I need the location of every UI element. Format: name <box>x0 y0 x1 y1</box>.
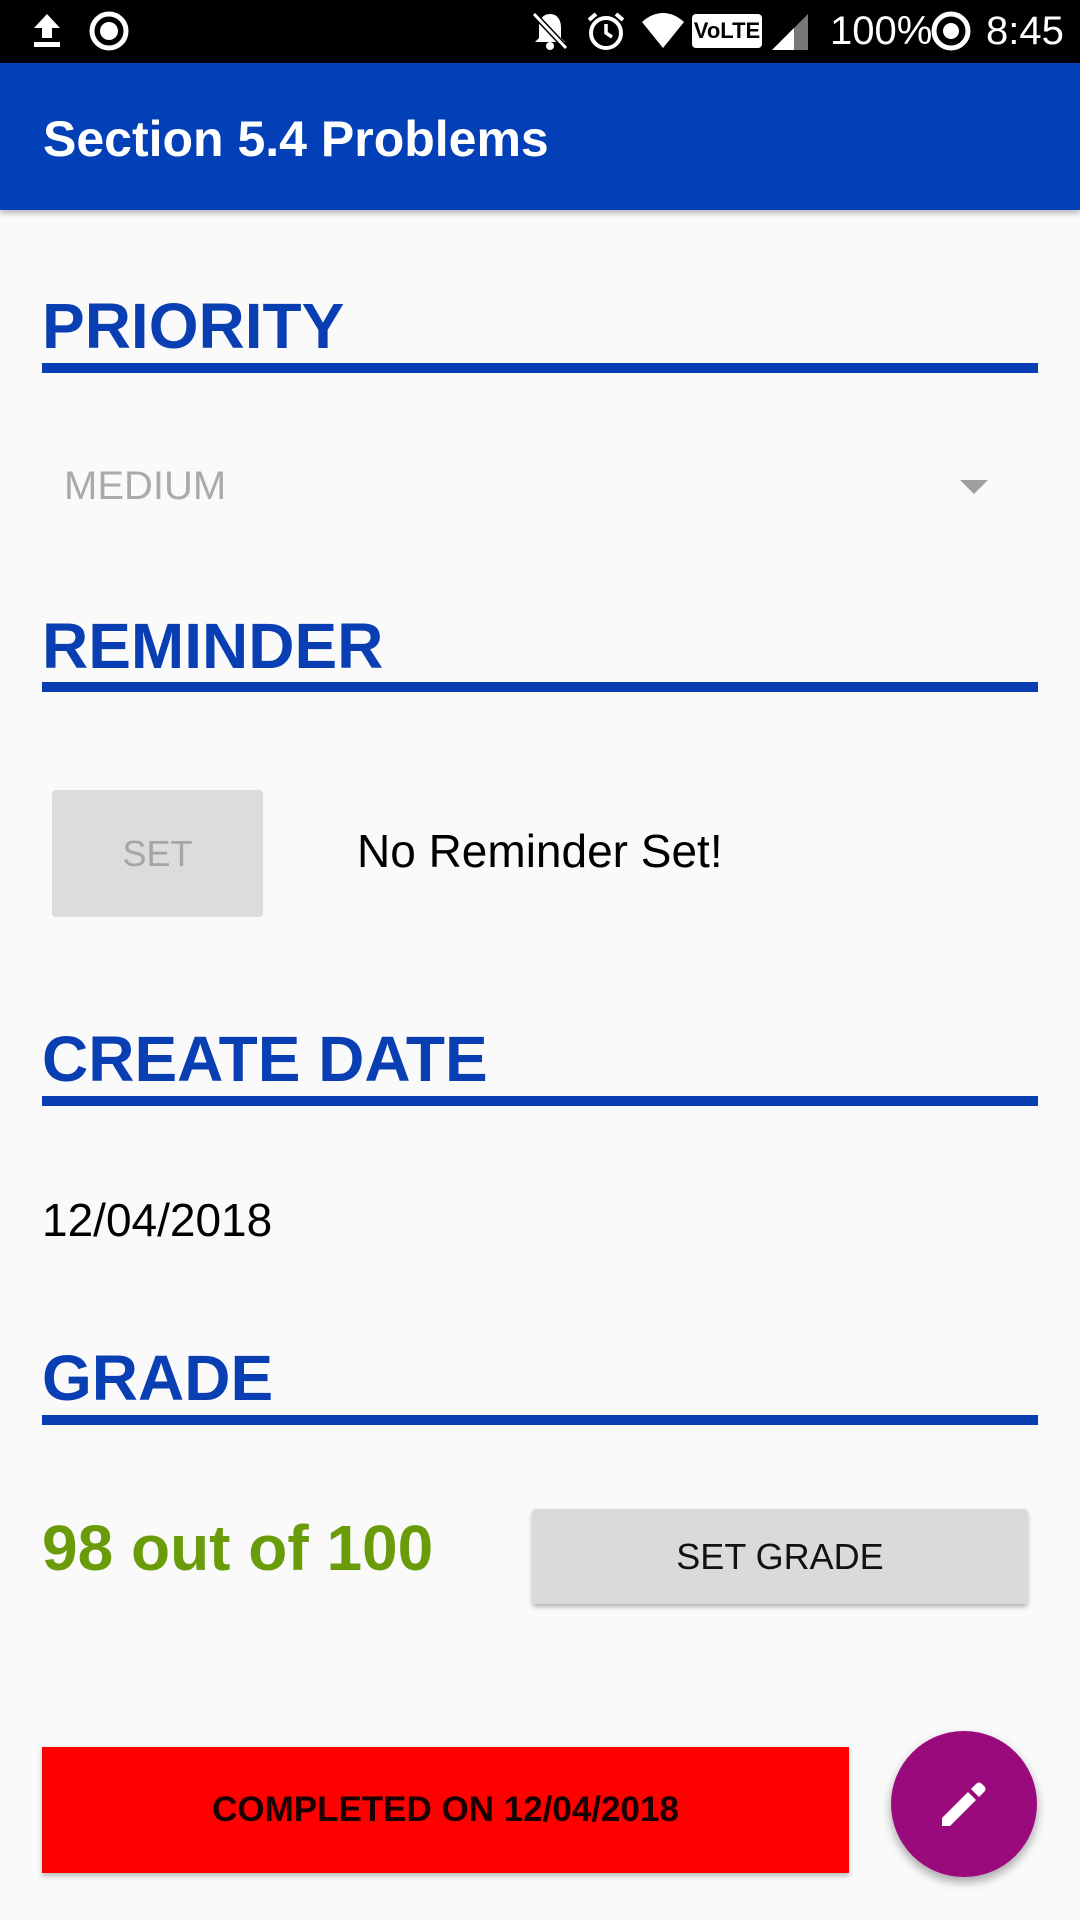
wifi-icon <box>642 13 684 48</box>
edit-fab-button[interactable] <box>891 1731 1037 1877</box>
battery-percent: 100% <box>830 9 933 53</box>
priority-spinner[interactable]: MEDIUM <box>42 444 1002 528</box>
app-bar: Section 5.4 Problems <box>0 63 1080 210</box>
volte-icon: VoLTE <box>692 14 762 48</box>
grade-value: 98 out of 100 <box>42 1512 434 1584</box>
set-reminder-button[interactable]: SET <box>52 790 263 917</box>
dropdown-arrow-icon <box>960 480 988 494</box>
priority-selected-value: MEDIUM <box>64 464 227 508</box>
grade-divider <box>42 1415 1038 1425</box>
clock: 8:45 <box>986 9 1064 53</box>
reminder-header: REMINDER <box>42 610 384 682</box>
create-date-value: 12/04/2018 <box>42 1194 273 1246</box>
set-grade-button[interactable]: SET GRADE <box>532 1509 1028 1604</box>
priority-header: PRIORITY <box>42 290 345 362</box>
status-bar: VoLTE 100% 8:45 <box>0 0 1080 63</box>
grade-header: GRADE <box>42 1342 274 1414</box>
screen: VoLTE 100% 8:45 Section 5.4 Problems PRI… <box>0 0 1080 1920</box>
alarm-icon <box>587 12 625 50</box>
priority-divider <box>42 363 1038 373</box>
signal-icon <box>772 14 808 50</box>
page-title: Section 5.4 Problems <box>43 111 549 167</box>
record-icon <box>89 11 129 51</box>
battery-saver-icon <box>931 11 971 51</box>
create-date-header: CREATE DATE <box>42 1023 488 1095</box>
reminder-divider <box>42 682 1038 692</box>
reminder-status-text: No Reminder Set! <box>357 825 723 877</box>
edit-icon <box>942 1782 986 1826</box>
create-date-divider <box>42 1096 1038 1106</box>
bell-off-icon <box>531 11 569 51</box>
upload-icon <box>34 14 60 47</box>
completed-banner[interactable]: COMPLETED ON 12/04/2018 <box>42 1747 849 1873</box>
